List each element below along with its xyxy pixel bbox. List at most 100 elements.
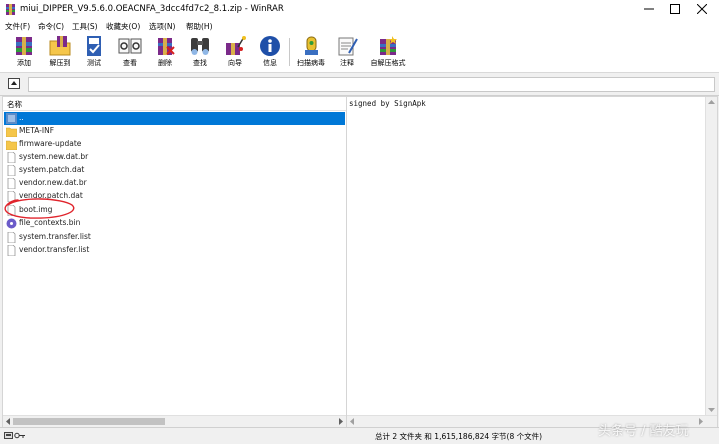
info-icon: [260, 36, 280, 56]
test-icon: [87, 36, 101, 56]
file-row-system-patch-dat[interactable]: system.patch.dat: [4, 164, 345, 177]
status-summary: 总计 2 文件夹 和 1,615,186,824 字节(8 个文件): [375, 432, 543, 441]
delete-button[interactable]: 删除: [149, 35, 181, 69]
view-icon: [118, 38, 142, 54]
wizard-label: 向导: [228, 59, 242, 67]
file-icon: [7, 152, 16, 163]
wizard-icon: [226, 36, 246, 55]
up-folder-button[interactable]: [8, 78, 20, 89]
comment-label: 注释: [340, 59, 354, 67]
file-icon: [7, 178, 16, 189]
menu-file[interactable]: 文件(F): [5, 21, 30, 32]
file-row-vendor-patch-dat[interactable]: vendor.patch.dat: [4, 190, 345, 203]
add-archive-icon: [16, 37, 32, 55]
file-row-system-transfer-list[interactable]: system.transfer.list: [4, 231, 345, 244]
file-name: boot.img: [19, 205, 53, 214]
menu-bar: 文件(F) 命令(C) 工具(S) 收藏夹(O) 选项(N) 帮助(H): [0, 19, 719, 32]
delete-label: 删除: [158, 59, 172, 67]
file-row-file-contexts-bin[interactable]: file_contexts.bin: [4, 217, 345, 230]
title-bar: miui_DIPPER_V9.5.6.0.OEACNFA_3dcc4fd7c2_…: [0, 0, 719, 19]
winrar-app-icon[interactable]: [5, 4, 16, 15]
file-row-boot-img[interactable]: boot.img: [4, 204, 345, 217]
sfx-icon: [380, 36, 397, 55]
find-icon: [191, 38, 209, 55]
menu-tools[interactable]: 工具(S): [72, 21, 98, 32]
sfx-label: 自解压格式: [370, 59, 406, 67]
parent-folder-icon: [6, 113, 17, 124]
info-label: 信息: [263, 59, 277, 67]
toolbar-separator: [289, 38, 290, 66]
file-row-parent[interactable]: ..: [4, 112, 345, 125]
file-name: system.new.dat.br: [19, 152, 89, 161]
file-name: META-INF: [19, 126, 55, 135]
file-row-meta-inf[interactable]: META-INF: [4, 125, 345, 138]
toolbar: 添加 解压到 测试 查看 删除 查找 向导 信息 扫描病毒 注释 自解压格式: [0, 32, 719, 73]
file-row-vendor-new-dat-br[interactable]: vendor.new.dat.br: [4, 177, 345, 190]
info-button[interactable]: 信息: [254, 35, 286, 69]
view-button[interactable]: 查看: [114, 35, 146, 69]
watermark-text: 头条号 / 酷友玩: [598, 424, 689, 439]
virus-scan-button[interactable]: 扫描病毒: [295, 35, 327, 69]
menu-help[interactable]: 帮助(H): [186, 21, 213, 32]
maximize-icon: [670, 4, 680, 14]
view-label: 查看: [123, 59, 137, 67]
virus-scan-icon: [305, 36, 318, 55]
maximize-button[interactable]: [662, 2, 688, 16]
comment-vertical-scrollbar[interactable]: [705, 97, 717, 415]
sfx-button[interactable]: 自解压格式: [368, 35, 408, 69]
file-list-horizontal-scrollbar[interactable]: [3, 415, 346, 427]
file-name: firmware-update: [19, 139, 82, 148]
scroll-right-icon[interactable]: [697, 417, 705, 426]
find-label: 查找: [193, 59, 207, 67]
file-list-pane: 名称 .. META-INF firmware-update system.ne…: [2, 96, 347, 428]
folder-icon: [6, 127, 17, 137]
scroll-up-icon[interactable]: [707, 98, 716, 106]
delete-icon: [158, 38, 175, 55]
file-row-system-new-dat-br[interactable]: system.new.dat.br: [4, 151, 345, 164]
close-icon: [697, 4, 707, 14]
scrollbar-thumb[interactable]: [13, 418, 165, 425]
scroll-right-icon[interactable]: [337, 417, 345, 426]
address-bar: [0, 73, 719, 96]
file-name: ..: [19, 113, 24, 122]
file-icon: [7, 165, 16, 176]
drive-key-icon[interactable]: [4, 431, 26, 440]
file-name: system.patch.dat: [19, 165, 85, 174]
archive-comment: signed by SignApk: [349, 99, 426, 108]
file-name: vendor.patch.dat: [19, 191, 83, 200]
file-name: file_contexts.bin: [19, 218, 81, 227]
scroll-down-icon[interactable]: [707, 406, 716, 414]
window-title: miui_DIPPER_V9.5.6.0.OEACNFA_3dcc4fd7c2_…: [20, 4, 284, 14]
name-column-header[interactable]: 名称: [3, 97, 346, 111]
test-label: 测试: [87, 59, 101, 67]
folder-icon: [6, 140, 17, 150]
path-field[interactable]: [28, 77, 715, 92]
add-button[interactable]: 添加: [8, 35, 40, 69]
scroll-left-icon[interactable]: [4, 417, 12, 426]
comment-button[interactable]: 注释: [331, 35, 363, 69]
file-icon: [7, 205, 16, 216]
menu-options[interactable]: 选项(N): [149, 21, 175, 32]
file-icon: [7, 232, 16, 243]
menu-commands[interactable]: 命令(C): [38, 21, 64, 32]
minimize-button[interactable]: [636, 2, 662, 16]
minimize-icon: [644, 8, 654, 10]
extract-to-icon: [49, 36, 71, 56]
file-icon: [7, 245, 16, 256]
file-row-firmware-update[interactable]: firmware-update: [4, 138, 345, 151]
close-button[interactable]: [689, 2, 715, 16]
virus-scan-label: 扫描病毒: [297, 59, 325, 67]
wizard-button[interactable]: 向导: [219, 35, 251, 69]
file-name: vendor.transfer.list: [19, 245, 90, 254]
name-column-label: 名称: [7, 100, 22, 109]
menu-favorites[interactable]: 收藏夹(O): [106, 21, 140, 32]
test-button[interactable]: 测试: [78, 35, 110, 69]
extract-to-label: 解压到: [49, 59, 71, 67]
disc-file-icon: [6, 218, 17, 229]
extract-to-button[interactable]: 解压到: [44, 35, 76, 69]
file-icon: [7, 191, 16, 202]
scroll-left-icon[interactable]: [348, 417, 356, 426]
file-row-vendor-transfer-list[interactable]: vendor.transfer.list: [4, 244, 345, 257]
find-button[interactable]: 查找: [184, 35, 216, 69]
comment-pane: signed by SignApk: [346, 96, 718, 428]
